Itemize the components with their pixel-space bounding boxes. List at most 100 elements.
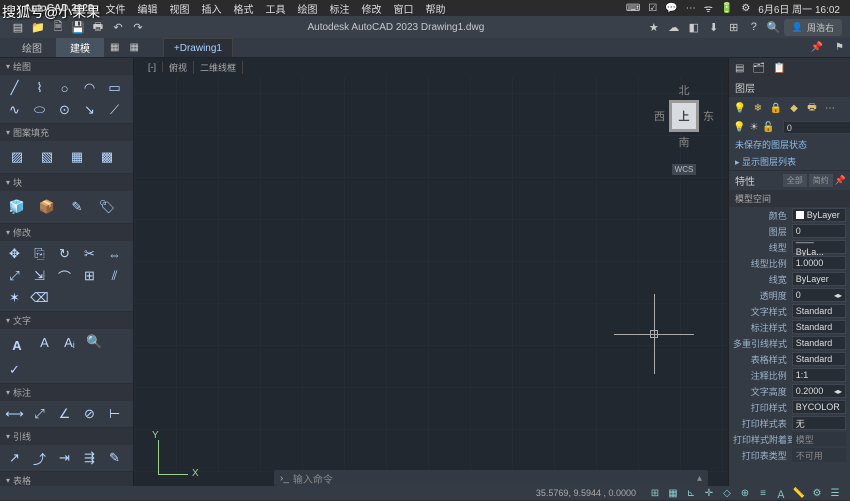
palette-header-hatch[interactable]: 图案填充: [0, 124, 133, 141]
todo-icon[interactable]: ☑: [648, 3, 657, 14]
redo-icon[interactable]: ↷: [129, 19, 147, 35]
point-icon[interactable]: ⊙: [52, 99, 77, 121]
right-tab1-icon[interactable]: ▤: [735, 63, 744, 74]
prop-value[interactable]: Standard: [792, 352, 846, 366]
file-tab-drawing1[interactable]: + Drawing1: [163, 38, 233, 57]
create-block-icon[interactable]: 📦: [32, 193, 62, 221]
region-icon[interactable]: ▩: [92, 143, 122, 171]
arrow-down-icon[interactable]: ⬇: [705, 19, 723, 35]
grid-toggle-icon[interactable]: ⊞: [647, 488, 663, 499]
prop-value[interactable]: —— ByLa...: [792, 240, 846, 254]
layer-plot-icon[interactable]: 🖶: [804, 100, 820, 116]
fillet-icon[interactable]: ⌒: [52, 265, 77, 287]
wcs-label[interactable]: WCS: [672, 164, 697, 175]
layer-bulb-icon[interactable]: 💡: [733, 122, 745, 133]
osnap-toggle-icon[interactable]: ◇: [719, 488, 735, 499]
leader-collect-icon[interactable]: ⇶: [77, 447, 102, 469]
explode-icon[interactable]: ✶: [2, 287, 27, 309]
prop-value[interactable]: 0.2000◂▸: [792, 384, 846, 398]
drawing-canvas[interactable]: [-] 俯视 二维线框 X Y 北 西 上 东 南 WCS ›_ 输入命令: [134, 58, 728, 500]
layer-sun-icon[interactable]: ☀: [749, 122, 758, 133]
pin2-icon[interactable]: ⚑: [829, 38, 850, 57]
dim-radius-icon[interactable]: ⊘: [77, 403, 102, 425]
palette-header-draw[interactable]: 绘图: [0, 58, 133, 75]
layer-on-icon[interactable]: 💡: [732, 100, 748, 116]
menu-file[interactable]: 文件: [105, 1, 125, 16]
right-tab3-icon[interactable]: 📋: [773, 63, 785, 74]
layer-color-icon[interactable]: ◆: [786, 100, 802, 116]
control-center-icon[interactable]: ⚙: [741, 3, 750, 14]
layout-icon[interactable]: ▦: [104, 38, 125, 57]
hatch-icon[interactable]: ▨: [2, 143, 32, 171]
viewcube-top[interactable]: 上: [669, 100, 699, 132]
layer-lock2-icon[interactable]: 🔓: [762, 122, 774, 133]
line-icon[interactable]: ╱: [2, 77, 27, 99]
dim-cont-icon[interactable]: ⊢: [102, 403, 127, 425]
layer-more-icon[interactable]: ⋯: [822, 100, 838, 116]
cloud-icon[interactable]: ☁: [665, 19, 683, 35]
insert-block-icon[interactable]: 🧊: [2, 193, 32, 221]
attribute-icon[interactable]: 🏷: [92, 193, 122, 221]
dyn-toggle-icon[interactable]: ⊕: [737, 488, 753, 499]
spline-icon[interactable]: ∿: [2, 99, 27, 121]
prop-value[interactable]: 0: [792, 224, 846, 238]
grid-icon[interactable]: ⊞: [725, 19, 743, 35]
prop-value[interactable]: ByLayer: [792, 272, 846, 286]
menu-insert[interactable]: 插入: [201, 1, 221, 16]
menu-toggle-icon[interactable]: ☰: [827, 488, 843, 499]
prop-value[interactable]: 0◂▸: [792, 288, 846, 302]
ellipse-icon[interactable]: ⬭: [27, 99, 52, 121]
menu-help[interactable]: 帮助: [425, 1, 445, 16]
scale-toggle-icon[interactable]: 📏: [791, 488, 807, 499]
menu-edit[interactable]: 编辑: [137, 1, 157, 16]
current-layer-input[interactable]: [783, 121, 850, 134]
prop-value[interactable]: ByLayer: [792, 208, 846, 222]
wifi-icon[interactable]: ᯤ: [704, 1, 713, 15]
user-chip[interactable]: 👤 周浩右: [784, 19, 842, 36]
gradient-icon[interactable]: ▧: [32, 143, 62, 171]
xline-icon[interactable]: ⟋: [102, 99, 127, 121]
move-icon[interactable]: ✥: [2, 243, 27, 265]
prop-value[interactable]: 无: [792, 416, 846, 430]
extra1-icon[interactable]: ◧: [685, 19, 703, 35]
right-tab2-icon[interactable]: 🗂: [752, 63, 765, 74]
mirror-icon[interactable]: ⇔: [102, 243, 127, 265]
tab-model[interactable]: 建模: [56, 38, 104, 57]
viewcube[interactable]: 北 西 上 东 南 WCS: [654, 82, 714, 175]
text-check-icon[interactable]: ✓: [2, 359, 27, 381]
snap-toggle-icon[interactable]: ▦: [665, 488, 681, 499]
stepper-icon[interactable]: ◂▸: [834, 291, 842, 300]
menu-modify[interactable]: 修改: [361, 1, 381, 16]
leader-icon[interactable]: ↗: [2, 447, 27, 469]
leader-style-icon[interactable]: ✎: [102, 447, 127, 469]
palette-header-block[interactable]: 块: [0, 174, 133, 191]
array-icon[interactable]: ⊞: [77, 265, 102, 287]
viewcube-south[interactable]: 南: [654, 134, 714, 150]
menu-tools[interactable]: 工具: [265, 1, 285, 16]
prop-value[interactable]: Standard: [792, 304, 846, 318]
palette-header-modify[interactable]: 修改: [0, 224, 133, 241]
clock[interactable]: 6月6日 周一 16:02: [758, 1, 840, 16]
view-label-2[interactable]: 二维线框: [194, 61, 243, 74]
viewcube-north[interactable]: 北: [654, 82, 714, 98]
layer-freeze-icon[interactable]: ❄: [750, 100, 766, 116]
drawing-area[interactable]: [134, 76, 728, 472]
arc-icon[interactable]: ◠: [77, 77, 102, 99]
view-label-1[interactable]: 俯视: [163, 61, 194, 74]
menu-draw[interactable]: 绘图: [297, 1, 317, 16]
layer-lock-icon[interactable]: 🔒: [768, 100, 784, 116]
tab-draw[interactable]: 绘图: [8, 38, 56, 57]
unsaved-layer-state[interactable]: 未保存的图层状态: [729, 136, 850, 153]
ortho-toggle-icon[interactable]: ⊾: [683, 488, 699, 499]
wechat-icon[interactable]: 💬: [665, 3, 677, 14]
polar-toggle-icon[interactable]: ✛: [701, 488, 717, 499]
search-icon[interactable]: 🔍: [765, 19, 783, 35]
text-find-icon[interactable]: 🔍: [82, 331, 107, 353]
help-icon[interactable]: ?: [745, 19, 763, 35]
prop-value[interactable]: Standard: [792, 336, 846, 350]
menu-view[interactable]: 视图: [169, 1, 189, 16]
viewcube-east[interactable]: 东: [703, 108, 714, 124]
dim-angular-icon[interactable]: ∠: [52, 403, 77, 425]
boundary-icon[interactable]: ▦: [62, 143, 92, 171]
prop-value[interactable]: 1:1: [792, 368, 846, 382]
